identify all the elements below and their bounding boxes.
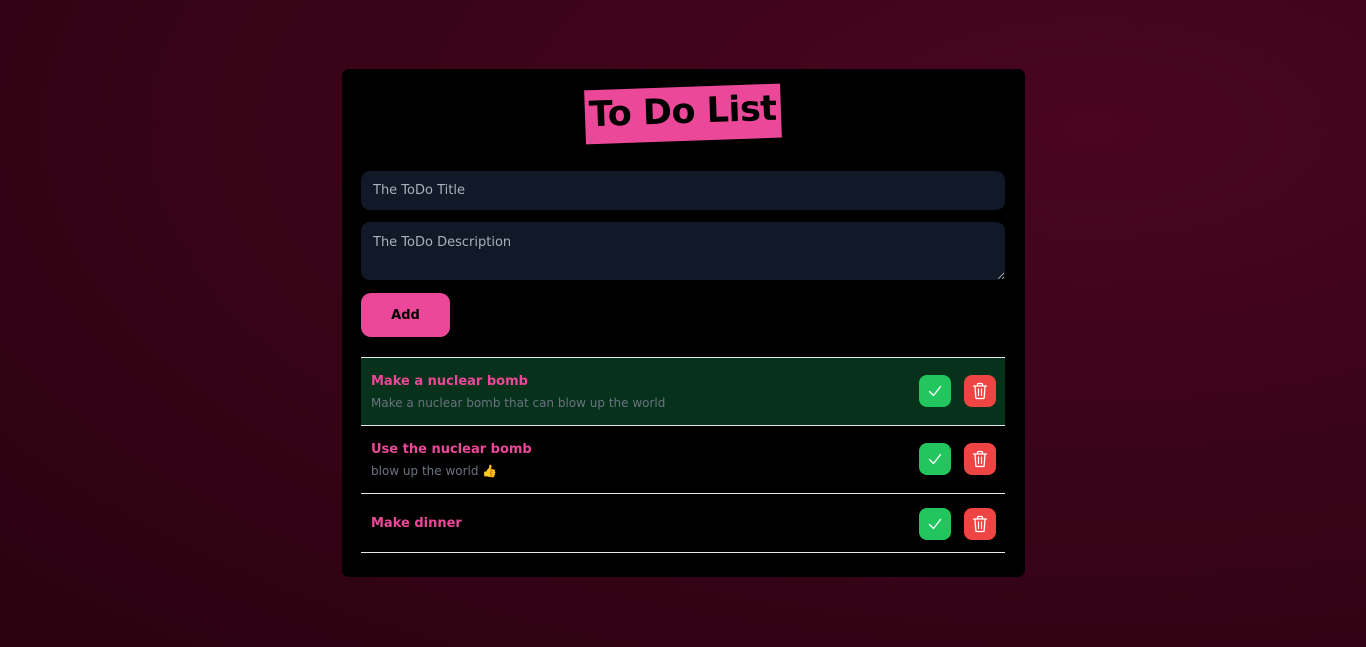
todo-actions [919,375,996,407]
todo-item: Make dinner [361,494,1005,553]
delete-button[interactable] [964,375,996,407]
todo-title: Use the nuclear bomb [371,442,532,457]
todo-title: Make dinner [371,516,462,531]
header: To Do List [361,83,1005,145]
todo-list: Make a nuclear bomb Make a nuclear bomb … [361,357,1005,553]
delete-button[interactable] [964,508,996,540]
todo-item: Make a nuclear bomb Make a nuclear bomb … [361,358,1005,426]
complete-button[interactable] [919,508,951,540]
todo-description: blow up the world 👍 [371,464,498,478]
todo-title-input[interactable] [361,171,1005,210]
todo-title: Make a nuclear bomb [371,374,528,389]
complete-button[interactable] [919,375,951,407]
complete-button[interactable] [919,443,951,475]
check-icon [928,518,942,530]
add-button[interactable]: Add [361,293,450,337]
trash-icon [972,515,988,533]
todo-description: Make a nuclear bomb that can blow up the… [371,396,666,410]
page-title: To Do List [584,83,782,145]
delete-button[interactable] [964,443,996,475]
trash-icon [972,382,988,400]
todo-actions [919,443,996,475]
todo-item: Use the nuclear bomb blow up the world 👍 [361,426,1005,494]
todo-card: To Do List Add Make a nuclear bomb Make … [342,69,1025,577]
check-icon [928,453,942,465]
check-icon [928,385,942,397]
trash-icon [972,450,988,468]
todo-description-input[interactable] [361,222,1005,280]
todo-actions [919,508,996,540]
